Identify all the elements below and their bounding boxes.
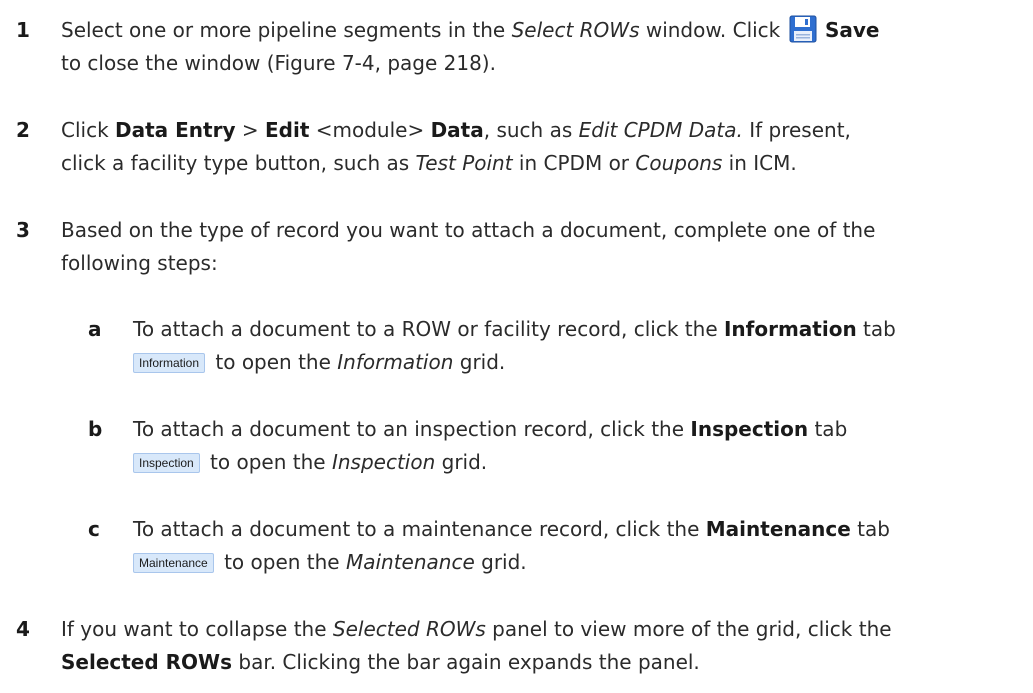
step-number: 1 xyxy=(16,18,30,42)
step-number: 2 xyxy=(16,118,30,142)
step-number: 3 xyxy=(16,218,30,242)
step-text: Based on the type of record you want to … xyxy=(61,218,876,275)
save-icon xyxy=(789,15,817,43)
step-text: Select one or more pipeline segments in … xyxy=(61,14,1023,80)
step-number: 4 xyxy=(16,617,30,641)
substep-text: To attach a document to a maintenance re… xyxy=(133,517,890,574)
step-text: If you want to collapse the Selected ROW… xyxy=(61,617,892,674)
substep-letter: c xyxy=(88,517,100,541)
substep-letter: b xyxy=(88,417,103,441)
tab-maintenance: Maintenance xyxy=(133,553,214,573)
substep-text: To attach a document to an inspection re… xyxy=(133,417,848,474)
tab-information: Information xyxy=(133,353,206,373)
substep-text: To attach a document to a ROW or facilit… xyxy=(133,317,896,374)
tab-inspection: Inspection xyxy=(133,453,200,473)
step-text: Click Data Entry > Edit <module> Data, s… xyxy=(61,118,851,175)
substep-letter: a xyxy=(88,317,102,341)
